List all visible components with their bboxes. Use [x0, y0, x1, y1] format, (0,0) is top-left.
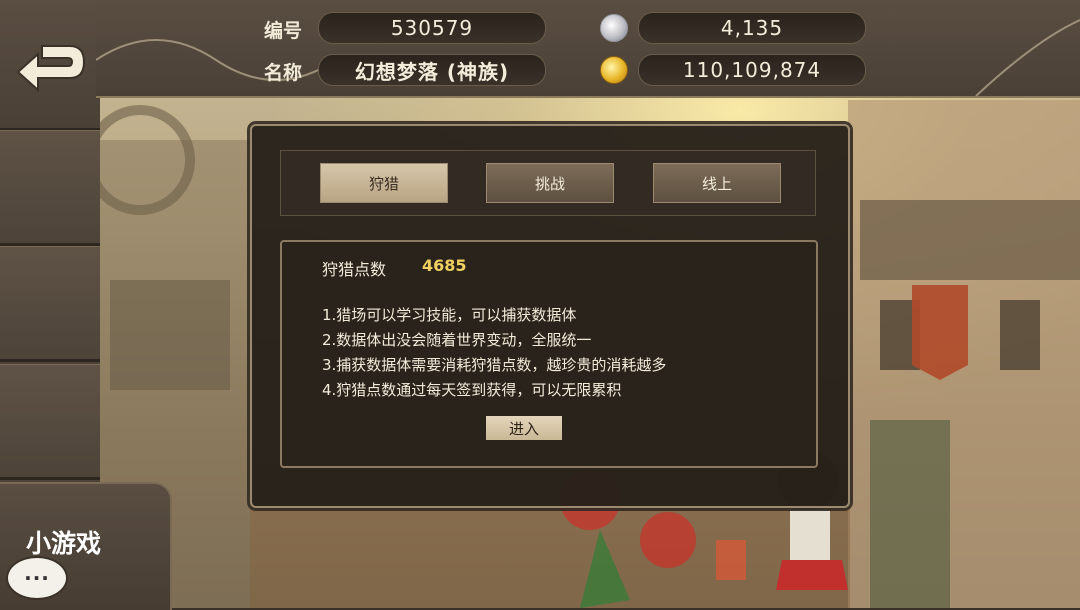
- ornament-vine-icon: [96, 19, 1080, 96]
- tab-challenge[interactable]: 挑战: [486, 163, 614, 203]
- back-arrow-icon: [16, 45, 86, 93]
- sidebar-slot[interactable]: [0, 364, 100, 480]
- rule-text: 2.数据体出没会随着世界变动，全服统一: [322, 331, 592, 349]
- gold-coin-icon: [600, 56, 628, 84]
- rule-text: 4.狩猎点数通过每天签到获得，可以无限累积: [322, 381, 622, 399]
- enter-button[interactable]: 进入: [486, 416, 562, 440]
- gold-value: 110,109,874: [638, 54, 866, 86]
- name-label: 名称: [264, 62, 303, 84]
- player-name-value: 幻想梦落 (神族): [318, 54, 546, 86]
- minigame-label: 小游戏: [26, 529, 102, 558]
- crystal-icon: [600, 14, 628, 42]
- sidebar-slot[interactable]: [0, 246, 100, 362]
- top-info-bar: [96, 0, 1080, 98]
- sidebar-slot[interactable]: [0, 130, 100, 246]
- hunt-points-value: 4685: [422, 256, 467, 275]
- tab-hunt[interactable]: 狩猎: [320, 163, 448, 203]
- rule-text: 1.猎场可以学习技能，可以捕获数据体: [322, 306, 577, 324]
- chat-bubble-button[interactable]: ···: [6, 556, 68, 600]
- hunt-points-label: 狩猎点数: [322, 260, 387, 279]
- rule-text: 3.捕获数据体需要消耗狩猎点数，越珍贵的消耗越多: [322, 356, 667, 374]
- crystal-value: 4,135: [638, 12, 866, 44]
- back-button[interactable]: [0, 0, 100, 131]
- tab-online[interactable]: 线上: [653, 163, 781, 203]
- player-id-value: 530579: [318, 12, 546, 44]
- chat-icon: ···: [24, 566, 50, 590]
- id-label: 编号: [264, 20, 303, 42]
